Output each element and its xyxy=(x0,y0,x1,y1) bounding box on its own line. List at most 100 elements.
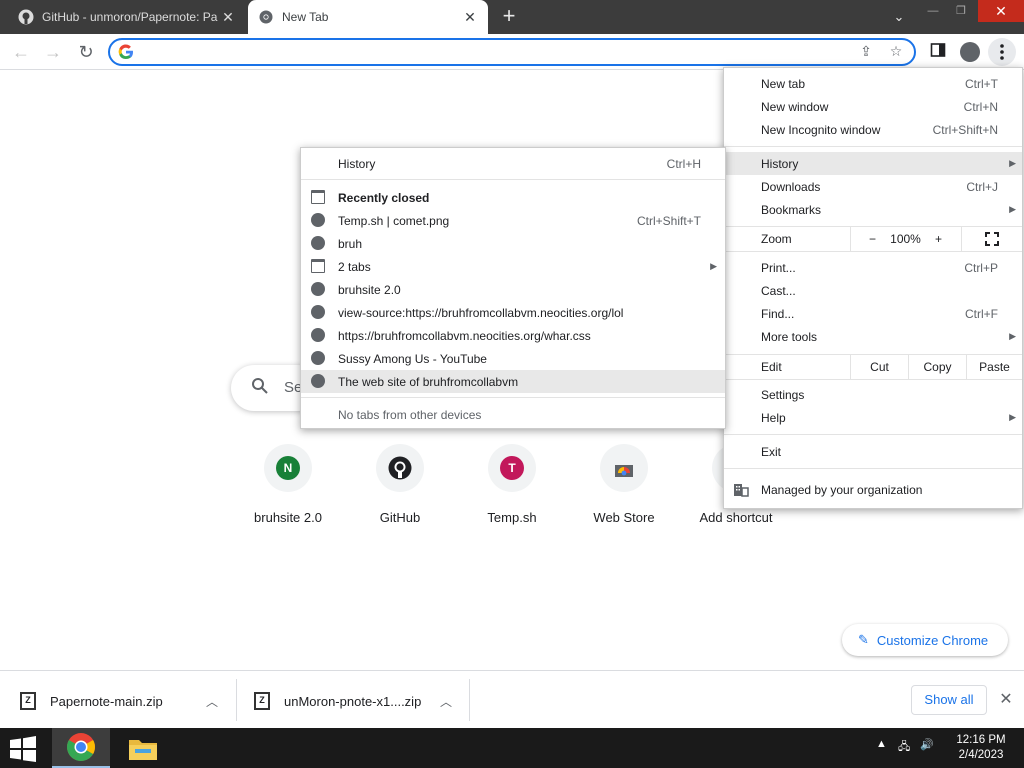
globe-icon xyxy=(311,305,325,319)
shortcut-label: bruhsite 2.0 xyxy=(254,510,322,525)
menu-divider xyxy=(724,468,1022,469)
new-tab-plus-icon[interactable]: + xyxy=(497,5,521,29)
tab-new-tab[interactable]: New Tab ✕ xyxy=(248,0,488,34)
download-item[interactable]: Z Papernote-main.zip ︿ xyxy=(20,681,230,721)
menu-item-cast[interactable]: Cast... xyxy=(724,279,1022,302)
menu-divider xyxy=(301,179,725,180)
history-entry[interactable]: 2 tabs ▶ xyxy=(301,255,725,278)
menu-item-more-tools[interactable]: More tools ▶ xyxy=(724,325,1022,348)
show-all-button[interactable]: Show all xyxy=(911,685,987,715)
zoom-level: 100% xyxy=(890,232,921,246)
menu-item-label: Cast... xyxy=(761,283,796,298)
cut-button[interactable]: Cut xyxy=(850,355,908,379)
download-item[interactable]: Z unMoron-pnote-x1....zip ︿ xyxy=(254,681,464,721)
history-entry[interactable]: view-source:https://bruhfromcollabvm.neo… xyxy=(301,301,725,324)
close-shelf-icon[interactable]: ✕ xyxy=(998,689,1014,709)
reload-icon[interactable]: ↻ xyxy=(73,39,99,65)
close-tab-icon[interactable]: ✕ xyxy=(462,9,478,25)
toolbar: ← → ↻ ⇪ ☆ xyxy=(0,34,1024,70)
show-hidden-icons-icon[interactable]: ▲ xyxy=(876,738,887,750)
history-entry[interactable]: bruhsite 2.0 xyxy=(301,278,725,301)
chrome-main-menu: New tab Ctrl+T New window Ctrl+N New Inc… xyxy=(723,67,1023,509)
menu-item-settings[interactable]: Settings xyxy=(724,383,1022,406)
shortcut-text: Ctrl+T xyxy=(965,76,998,91)
menu-item-new-window[interactable]: New window Ctrl+N xyxy=(724,95,1022,118)
address-bar[interactable]: ⇪ ☆ xyxy=(108,38,916,66)
history-entry-label: Sussy Among Us - YouTube xyxy=(338,351,487,366)
menu-item-label: Managed by your organization xyxy=(761,482,923,497)
shortcut-label: GitHub xyxy=(379,510,421,525)
menu-item-new-incognito[interactable]: New Incognito window Ctrl+Shift+N xyxy=(724,118,1022,141)
shortcut-webstore[interactable]: Web Store xyxy=(568,444,680,534)
menu-item-print[interactable]: Print... Ctrl+P xyxy=(724,256,1022,279)
tab-search-chevron-icon[interactable]: ⌄ xyxy=(887,5,911,29)
zoom-out-button[interactable]: − xyxy=(869,232,876,246)
bookmark-star-icon[interactable]: ☆ xyxy=(886,43,906,61)
menu-item-bookmarks[interactable]: Bookmarks ▶ xyxy=(724,198,1022,221)
menu-item-new-tab[interactable]: New tab Ctrl+T xyxy=(724,72,1022,95)
history-entry[interactable]: bruh xyxy=(301,232,725,255)
zoom-controls: − 100% + xyxy=(850,227,960,251)
google-g-icon xyxy=(118,44,134,60)
menu-item-label: Downloads xyxy=(761,179,821,194)
shortcut-tile: T xyxy=(488,444,536,492)
close-tab-icon[interactable]: ✕ xyxy=(220,9,236,25)
zip-file-icon: Z xyxy=(20,692,36,710)
tab-github[interactable]: GitHub - unmoron/Papernote: Pa ✕ xyxy=(8,0,246,34)
paste-button[interactable]: Paste xyxy=(966,355,1022,379)
back-arrow-icon[interactable]: ← xyxy=(8,39,34,65)
restore-icon[interactable]: ❐ xyxy=(948,0,974,22)
history-entry-label: bruhsite 2.0 xyxy=(338,282,401,297)
window-icon xyxy=(311,190,325,204)
shortcut-text: Ctrl+H xyxy=(666,156,701,171)
clock-time: 12:16 PM xyxy=(956,734,1006,746)
menu-item-label: Settings xyxy=(761,387,805,402)
window-close-icon[interactable]: ✕ xyxy=(978,0,1024,22)
profile-avatar-icon[interactable] xyxy=(960,42,980,62)
history-entry[interactable]: https://bruhfromcollabvm.neocities.org/w… xyxy=(301,324,725,347)
no-tabs-label: No tabs from other devices xyxy=(338,407,482,422)
menu-divider xyxy=(724,434,1022,435)
history-entry-label: The web site of bruhfromcollabvm xyxy=(338,374,519,389)
menu-item-downloads[interactable]: Downloads Ctrl+J xyxy=(724,175,1022,198)
chrome-menu-kebab-icon[interactable] xyxy=(988,38,1016,66)
customize-chrome-button[interactable]: ✎ Customize Chrome xyxy=(842,624,1008,656)
share-icon[interactable]: ⇪ xyxy=(856,43,876,61)
shortcut-tempsh[interactable]: T Temp.sh xyxy=(456,444,568,534)
history-entry[interactable]: Sussy Among Us - YouTube xyxy=(301,347,725,370)
menu-item-managed[interactable]: Managed by your organization xyxy=(724,478,1022,501)
taskbar-chrome[interactable] xyxy=(52,728,110,768)
zoom-label: Zoom xyxy=(761,232,792,246)
zip-file-icon: Z xyxy=(254,692,270,710)
tab-title: GitHub - unmoron/Papernote: Pa xyxy=(42,10,218,24)
menu-item-help[interactable]: Help ▶ xyxy=(724,406,1022,429)
network-icon[interactable]: 🖧 xyxy=(898,738,910,757)
menu-item-history[interactable]: History ▶ xyxy=(724,152,1022,175)
history-entry[interactable]: Temp.sh | comet.png Ctrl+Shift+T xyxy=(301,209,725,232)
shortcut-text: Ctrl+N xyxy=(963,99,998,114)
shortcut-github[interactable]: GitHub xyxy=(344,444,456,534)
taskbar-file-explorer[interactable] xyxy=(114,728,172,768)
chevron-up-icon[interactable]: ︿ xyxy=(440,693,452,710)
pencil-icon: ✎ xyxy=(858,632,869,647)
volume-icon[interactable]: 🔊 xyxy=(920,738,934,751)
zoom-in-button[interactable]: + xyxy=(935,232,942,246)
shortcut-text: Ctrl+J xyxy=(966,179,998,194)
shortcut-bruhsite[interactable]: N bruhsite 2.0 xyxy=(232,444,344,534)
forward-arrow-icon[interactable]: → xyxy=(40,39,66,65)
side-panel-icon[interactable] xyxy=(928,42,948,62)
menu-item-exit[interactable]: Exit xyxy=(724,440,1022,463)
fullscreen-icon[interactable] xyxy=(961,227,1022,251)
tab-strip: GitHub - unmoron/Papernote: Pa ✕ New Tab… xyxy=(0,0,1024,34)
history-entry-label: Temp.sh | comet.png xyxy=(338,213,450,228)
chevron-up-icon[interactable]: ︿ xyxy=(206,693,218,710)
history-entry[interactable]: The web site of bruhfromcollabvm xyxy=(301,370,725,393)
recently-closed-header: Recently closed xyxy=(301,186,725,209)
history-menu-history[interactable]: History Ctrl+H xyxy=(301,152,725,175)
windows-start-icon[interactable] xyxy=(8,736,38,762)
minimize-icon[interactable]: — xyxy=(920,0,946,22)
copy-button[interactable]: Copy xyxy=(908,355,966,379)
menu-item-find[interactable]: Find... Ctrl+F xyxy=(724,302,1022,325)
system-clock[interactable]: 12:16 PM 2/4/2023 xyxy=(950,733,1012,763)
no-tabs-other-devices: No tabs from other devices xyxy=(301,403,725,426)
